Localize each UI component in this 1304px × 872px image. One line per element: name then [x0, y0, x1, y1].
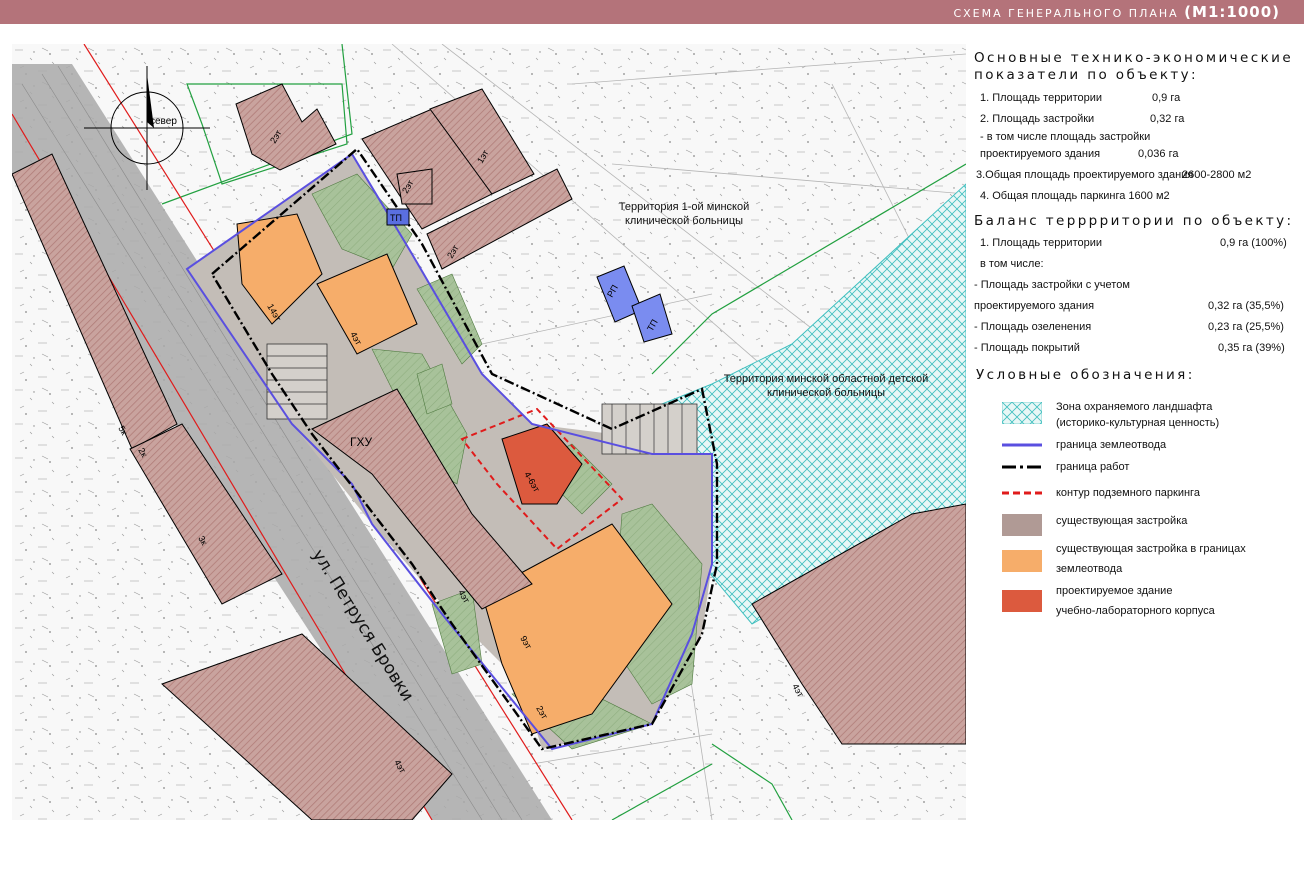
blue-line-icon [1002, 443, 1042, 447]
red-dashed-line-icon [1002, 491, 1042, 495]
brown-swatch-icon [1002, 514, 1042, 536]
red-swatch-icon [1002, 590, 1042, 612]
orange-swatch-icon [1002, 550, 1042, 572]
balance-row: - Площадь покрытий 0,35 га (39%) [974, 342, 1285, 354]
hatch-swatch-icon [1002, 402, 1042, 424]
gkhu-label: ГХУ [350, 435, 373, 449]
legend-heading: Условные обозначения: [976, 367, 1195, 383]
legend-item-existing-in-bounds: существующая застройка в границах землео… [974, 540, 1300, 575]
header-banner: СХЕМА ГЕНЕРАЛЬНОГО ПЛАНА (М1:1000) [0, 0, 1304, 24]
balance-row: - Площадь озеленения 0,23 га (25,5%) [974, 321, 1284, 333]
tp-label-1: ТП [390, 213, 402, 223]
page-title: СХЕМА ГЕНЕРАЛЬНОГО ПЛАНА (М1:1000) [953, 1, 1280, 25]
hospital1-label-line2: клинической больницы [625, 215, 743, 227]
legend: Зона охраняемого ландшафта (историко-кул… [974, 384, 1300, 624]
balance-heading: Баланс терррритории по объекту: [974, 213, 1294, 229]
sidebar-panel: Основные технико-экономические показател… [974, 50, 1300, 624]
indicator-row: проектируемого здания 0,036 га [980, 148, 1179, 160]
dash-dot-line-icon [1002, 465, 1042, 469]
site-plan-svg: север ул. Петруся Бровки Территория 1-ой… [12, 44, 966, 820]
north-label: север [150, 116, 177, 127]
legend-item-proposed: проектируемое здание учебно-лабораторног… [974, 582, 1300, 617]
indicator-row: 4. Общая площадь паркинга 1600 м2 [980, 190, 1170, 202]
scale-label: (М1:1000) [1184, 3, 1280, 21]
legend-item-parking: контур подземного паркинга [974, 484, 1300, 514]
indicator-row: 3.Общая площадь проектируемого здания 260… [976, 169, 1252, 181]
legend-item-existing: существующая застройка [974, 512, 1300, 542]
title-text: СХЕМА ГЕНЕРАЛЬНОГО ПЛАНА [953, 7, 1179, 20]
balance-row: проектируемого здания 0,32 га (35,5%) [974, 300, 1284, 312]
indicators-heading-2: показатели по объекту: [974, 67, 1198, 83]
balance-row: в том числе: [980, 258, 1044, 270]
indicator-row: - в том числе площадь застройки [980, 131, 1151, 143]
site-plan-map[interactable]: север ул. Петруся Бровки Территория 1-ой… [12, 44, 966, 820]
balance-row: 1. Площадь территории 0,9 га (100%) [980, 237, 1287, 249]
balance-row: - Площадь застройки с учетом [974, 279, 1130, 291]
hospital2-label-line1: Территория минской областной детской [724, 373, 929, 385]
hospital1-label-line1: Территория 1-ой минской [619, 201, 750, 213]
indicator-row: 1. Площадь территории 0,9 га [980, 92, 1181, 104]
legend-item-protected: Зона охраняемого ландшафта (историко-кул… [974, 398, 1300, 429]
indicator-row: 2. Площадь застройки 0,32 га [980, 113, 1185, 125]
hospital2-label-line2: клинической больницы [767, 387, 885, 399]
indicators-heading-1: Основные технико-экономические [974, 50, 1294, 66]
